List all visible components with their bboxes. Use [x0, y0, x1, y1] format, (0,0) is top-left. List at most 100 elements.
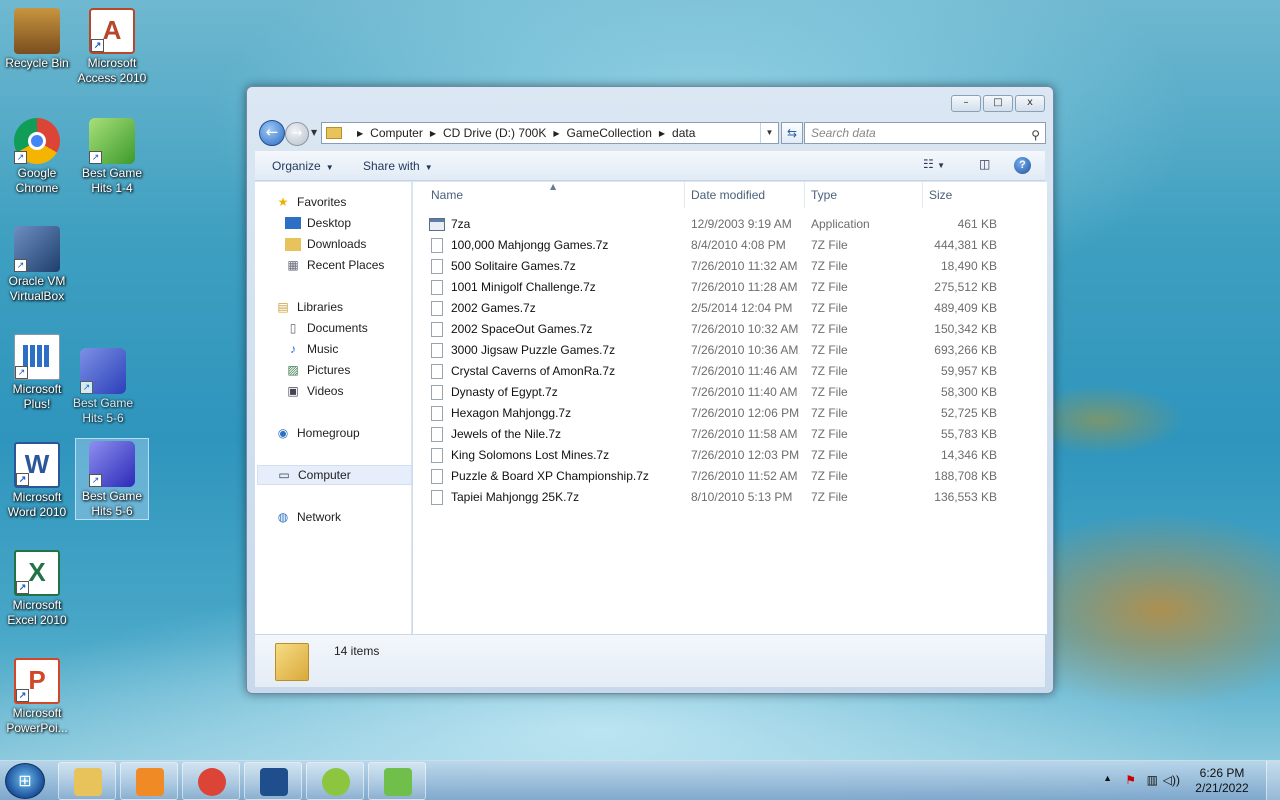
- breadcrumb-computer[interactable]: Computer: [370, 126, 423, 140]
- desktop-icon-excel[interactable]: X ↗ Microsoft Excel 2010: [0, 548, 74, 628]
- show-hidden-icons-icon[interactable]: ▲: [1103, 773, 1112, 783]
- table-row[interactable]: 3000 Jigsaw Puzzle Games.7z 7/26/2010 10:…: [427, 340, 1039, 361]
- file-size: 275,512 KB: [934, 280, 997, 294]
- column-header-date[interactable]: Date modified: [685, 182, 805, 208]
- breadcrumb-gamecollection[interactable]: GameCollection: [567, 126, 652, 140]
- preview-pane-button[interactable]: ◫: [979, 157, 990, 171]
- table-row[interactable]: Jewels of the Nile.7z 7/26/2010 11:58 AM 7…: [427, 424, 1039, 445]
- nav-music[interactable]: ♪ Music: [285, 339, 338, 359]
- music-icon: ♪: [290, 342, 296, 356]
- column-header-type[interactable]: Type: [805, 182, 923, 208]
- table-row[interactable]: Puzzle & Board XP Championship.7z 7/26/20…: [427, 466, 1039, 487]
- volume-icon[interactable]: ◁)): [1163, 773, 1180, 787]
- clock-date: 2/21/2022: [1195, 781, 1249, 795]
- file-size: 188,708 KB: [934, 469, 997, 483]
- desktop-icon-powerpoint[interactable]: P ↗ Microsoft PowerPoi...: [0, 656, 74, 736]
- table-row[interactable]: 2002 Games.7z 2/5/2014 12:04 PM 7Z File 489…: [427, 298, 1039, 319]
- table-row[interactable]: 100,000 Mahjongg Games.7z 8/4/2010 4:08 P…: [427, 235, 1039, 256]
- nav-documents[interactable]: ▯ Documents: [285, 318, 368, 338]
- file-date-modified: 8/4/2010 4:08 PM: [691, 238, 786, 252]
- table-row[interactable]: King Solomons Lost Mines.7z 7/26/2010 12:…: [427, 445, 1039, 466]
- nav-favorites[interactable]: ★ Favorites: [275, 192, 347, 212]
- table-row[interactable]: 500 Solitaire Games.7z 7/26/2010 11:32 AM…: [427, 256, 1039, 277]
- taskbar-app-button[interactable]: [306, 762, 364, 800]
- organize-button[interactable]: Organize ▼: [272, 159, 334, 173]
- table-row[interactable]: 7za 12/9/2003 9:19 AM Application 461 KB: [427, 214, 1039, 235]
- shortcut-arrow-icon: ↗: [16, 473, 29, 486]
- table-row[interactable]: Hexagon Mahjongg.7z 7/26/2010 12:06 PM 7Z …: [427, 403, 1039, 424]
- start-button[interactable]: ⊞: [5, 763, 45, 799]
- action-center-icon[interactable]: ⚑: [1125, 773, 1136, 787]
- desktop-icon-best-game-hits-5-6-dragged[interactable]: ↗ Best Game Hits 5-6: [66, 346, 140, 426]
- back-button[interactable]: ←: [259, 120, 285, 146]
- nav-label: Downloads: [307, 237, 367, 251]
- nav-label: Documents: [307, 321, 368, 335]
- refresh-button[interactable]: ⇆: [781, 122, 803, 144]
- taskbar-app-button[interactable]: [58, 762, 116, 800]
- file-size: 14,346 KB: [940, 448, 997, 462]
- table-row[interactable]: Crystal Caverns of AmonRa.7z 7/26/2010 11…: [427, 361, 1039, 382]
- preview-pane-icon: ◫: [979, 157, 991, 171]
- desktop-icon-virtualbox[interactable]: ↗ Oracle VM VirtualBox: [0, 224, 74, 304]
- chevron-right-icon[interactable]: ▶: [659, 129, 665, 138]
- nav-libraries[interactable]: ▤ Libraries: [275, 297, 343, 317]
- nav-recent-places[interactable]: ▦ Recent Places: [285, 255, 384, 275]
- nav-videos[interactable]: ▣ Videos: [285, 381, 343, 401]
- videos-icon: ▣: [287, 384, 299, 398]
- chevron-right-icon[interactable]: ▶: [430, 129, 436, 138]
- desktop-icon-label: Microsoft PowerPoi...: [6, 706, 68, 735]
- address-dropdown-button[interactable]: ▼: [760, 123, 778, 143]
- file-icon: [431, 448, 443, 463]
- file-name: 100,000 Mahjongg Games.7z: [451, 238, 609, 252]
- forward-button[interactable]: →: [285, 122, 309, 146]
- column-header-size[interactable]: Size: [923, 182, 1033, 208]
- address-bar[interactable]: ▶ Computer ▶ CD Drive (D:) 700K ▶ GameCo…: [321, 122, 779, 144]
- nav-pictures[interactable]: ▨ Pictures: [285, 360, 350, 380]
- arrow-right-icon: →: [291, 126, 303, 141]
- taskbar-app-button[interactable]: [368, 762, 426, 800]
- details-pane: 14 items: [255, 635, 1045, 687]
- help-icon[interactable]: ?: [1014, 157, 1031, 174]
- taskbar-app-button[interactable]: [182, 762, 240, 800]
- desktop-icon-access[interactable]: A ↗ Microsoft Access 2010: [75, 6, 149, 86]
- clock[interactable]: 6:26 PM 2/21/2022: [1192, 766, 1252, 796]
- show-desktop-button[interactable]: [1266, 761, 1280, 800]
- nav-network[interactable]: ◍ Network: [275, 507, 341, 527]
- nav-desktop[interactable]: Desktop: [285, 213, 351, 233]
- nav-downloads[interactable]: Downloads: [285, 234, 366, 254]
- share-with-button[interactable]: Share with ▼: [363, 159, 433, 173]
- word-icon: W ↗: [14, 442, 60, 488]
- desktop-icon-word[interactable]: W ↗ Microsoft Word 2010: [0, 440, 74, 520]
- chevron-right-icon[interactable]: ▶: [553, 129, 559, 138]
- table-row[interactable]: Tapiei Mahjongg 25K.7z 8/10/2010 5:13 PM 7…: [427, 487, 1039, 508]
- nav-computer[interactable]: ▭ Computer: [257, 465, 412, 485]
- table-row[interactable]: 2002 SpaceOut Games.7z 7/26/2010 10:32 AM…: [427, 319, 1039, 340]
- close-button[interactable]: x: [1015, 95, 1045, 112]
- desktop-icon-chrome[interactable]: ↗ Google Chrome: [0, 116, 74, 196]
- search-input[interactable]: Search data ⚲: [804, 122, 1046, 144]
- desktop-icon-recycle-bin[interactable]: Recycle Bin: [0, 6, 74, 71]
- maximize-button[interactable]: □: [983, 95, 1013, 112]
- taskbar-app-button[interactable]: [244, 762, 302, 800]
- desktop-icon-best-game-hits-5-6[interactable]: ↗ Best Game Hits 5-6: [75, 438, 149, 520]
- breadcrumb-data[interactable]: data: [672, 126, 695, 140]
- clock-time: 6:26 PM: [1199, 766, 1245, 780]
- table-row[interactable]: Dynasty of Egypt.7z 7/26/2010 11:40 AM 7Z …: [427, 382, 1039, 403]
- recent-pages-button[interactable]: ▼: [311, 128, 317, 137]
- desktop-icon-best-game-hits-1-4[interactable]: ↗ Best Game Hits 1-4: [75, 116, 149, 196]
- taskbar-app-button[interactable]: [120, 762, 178, 800]
- explorer-window[interactable]: – □ x ← → ▼ ▶ Computer ▶ CD Drive (D:) 7…: [246, 86, 1054, 694]
- table-row[interactable]: 1001 Minigolf Challenge.7z 7/26/2010 11:2…: [427, 277, 1039, 298]
- file-list: Name ▲ Date modified Type Size 7za 12/9/2…: [413, 182, 1047, 634]
- search-icon[interactable]: ⚲: [1031, 125, 1040, 145]
- file-type: 7Z File: [811, 259, 848, 273]
- network-status-icon[interactable]: ▥: [1147, 773, 1158, 787]
- nav-homegroup[interactable]: ◉ Homegroup: [275, 423, 360, 443]
- desktop-icon-microsoft-plus[interactable]: ↗ Microsoft Plus!: [0, 332, 74, 412]
- breadcrumb-cd-drive[interactable]: CD Drive (D:) 700K: [443, 126, 546, 140]
- change-view-button[interactable]: ☷ ▼: [923, 157, 945, 171]
- desktop-icon-label: Microsoft Excel 2010: [7, 598, 67, 627]
- folder-icon: [275, 643, 309, 681]
- navigation-pane: ★ Favorites Desktop Downloads ▦ Recent Pla…: [255, 182, 412, 634]
- minimize-button[interactable]: –: [951, 95, 981, 112]
